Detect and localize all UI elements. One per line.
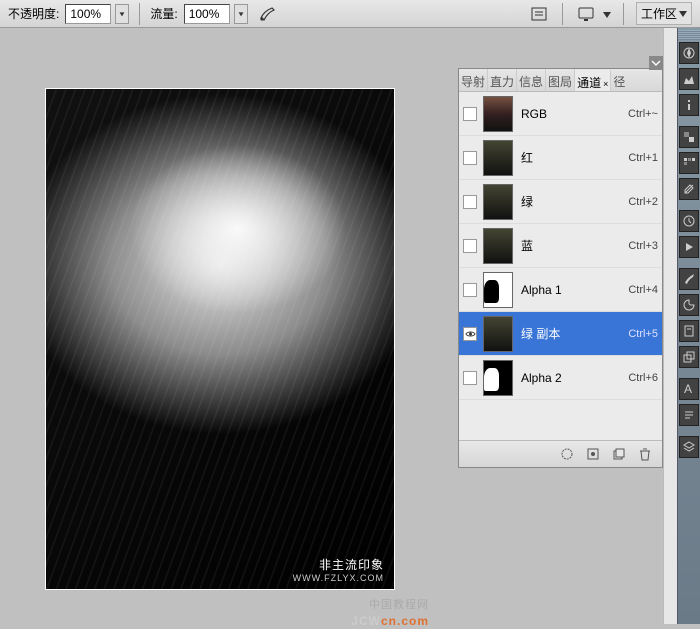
main-scrollbar[interactable]: [663, 28, 677, 624]
airbrush-icon[interactable]: [256, 3, 278, 25]
actions-icon[interactable]: [679, 236, 699, 258]
brushes-icon[interactable]: [679, 268, 699, 290]
channel-row[interactable]: 红Ctrl+1: [459, 136, 662, 180]
channel-thumbnail: [483, 96, 513, 132]
channel-thumbnail: [483, 228, 513, 264]
channel-list: RGBCtrl+~红Ctrl+1绿Ctrl+2蓝Ctrl+3Alpha 1Ctr…: [459, 92, 662, 442]
channel-row[interactable]: Alpha 2Ctrl+6: [459, 356, 662, 400]
svg-text:A: A: [684, 382, 692, 396]
layers-icon[interactable]: [679, 436, 699, 458]
channel-name: Alpha 1: [521, 283, 628, 297]
dock-grip[interactable]: [678, 30, 700, 40]
info-icon[interactable]: [679, 94, 699, 116]
image-watermark: 非主流印象 WWW.FZLYX.COM: [293, 556, 384, 583]
channel-shortcut: Ctrl+6: [628, 372, 658, 384]
channel-thumbnail: [483, 140, 513, 176]
close-icon[interactable]: ×: [603, 79, 608, 89]
swatches-icon[interactable]: [679, 152, 699, 174]
channel-shortcut: Ctrl+4: [628, 284, 658, 296]
channel-shortcut: Ctrl+1: [628, 152, 658, 164]
screen-mode-dropdown[interactable]: [603, 7, 611, 21]
panel-footer: [459, 440, 662, 467]
new-channel-icon[interactable]: [610, 445, 628, 463]
layer-comps-icon[interactable]: [679, 346, 699, 368]
channel-row[interactable]: 绿 副本Ctrl+5: [459, 312, 662, 356]
channels-panel: 导射直力信息图局通道×径 RGBCtrl+~红Ctrl+1绿Ctrl+2蓝Ctr…: [458, 68, 663, 468]
right-dock: A: [677, 28, 700, 624]
panel-tabs: 导射直力信息图局通道×径: [459, 69, 662, 92]
workspace-selector[interactable]: 工作区: [636, 2, 692, 25]
panel-tab[interactable]: 径: [611, 69, 627, 91]
channel-shortcut: Ctrl+2: [628, 196, 658, 208]
divider: [562, 3, 563, 25]
flow-flyout[interactable]: [234, 4, 248, 24]
flow-input[interactable]: 100%: [184, 4, 230, 24]
visibility-toggle[interactable]: [463, 283, 477, 297]
visibility-toggle[interactable]: [463, 239, 477, 253]
load-selection-icon[interactable]: [558, 445, 576, 463]
channel-row[interactable]: RGBCtrl+~: [459, 92, 662, 136]
panel-tab[interactable]: 通道×: [575, 70, 611, 92]
visibility-toggle[interactable]: [463, 195, 477, 209]
channel-name: 红: [521, 149, 628, 166]
divider: [623, 3, 624, 25]
visibility-toggle[interactable]: [463, 327, 477, 341]
canvas-area: 非主流印象 WWW.FZLYX.COM 中国教程网 JCWcn.com 导射直力…: [0, 28, 700, 624]
navigator-icon[interactable]: [679, 42, 699, 64]
channel-shortcut: Ctrl+3: [628, 240, 658, 252]
opacity-label: 不透明度:: [8, 5, 59, 22]
options-bar: 不透明度: 100% 流量: 100% 工作区: [0, 0, 700, 28]
document-window[interactable]: 非主流印象 WWW.FZLYX.COM 中国教程网 JCWcn.com: [45, 88, 395, 590]
channel-name: 绿: [521, 193, 628, 210]
channel-row[interactable]: 绿Ctrl+2: [459, 180, 662, 224]
panel-collapse-button[interactable]: [649, 56, 663, 70]
divider: [139, 3, 140, 25]
palette-options-icon[interactable]: [528, 3, 550, 25]
character-icon[interactable]: A: [679, 378, 699, 400]
save-selection-icon[interactable]: [584, 445, 602, 463]
channel-row[interactable]: 蓝Ctrl+3: [459, 224, 662, 268]
opacity-flyout[interactable]: [115, 4, 129, 24]
visibility-toggle[interactable]: [463, 107, 477, 121]
histogram-icon[interactable]: [679, 68, 699, 90]
channel-thumbnail: [483, 272, 513, 308]
flow-label: 流量:: [150, 5, 177, 22]
visibility-toggle[interactable]: [463, 371, 477, 385]
channel-thumbnail: [483, 316, 513, 352]
channel-name: 蓝: [521, 237, 628, 254]
channel-shortcut: Ctrl+5: [628, 328, 658, 340]
channel-shortcut: Ctrl+~: [628, 108, 658, 120]
channel-thumbnail: [483, 184, 513, 220]
panel-tab[interactable]: 导射: [459, 69, 488, 91]
panel-tab[interactable]: 图局: [546, 69, 575, 91]
paragraph-icon[interactable]: [679, 404, 699, 426]
channel-name: 绿 副本: [521, 325, 628, 342]
canvas-image: 非主流印象 WWW.FZLYX.COM: [46, 89, 394, 589]
panel-tab[interactable]: 信息: [517, 69, 546, 91]
site-watermark: 中国教程网 JCWcn.com: [351, 596, 429, 629]
tool-presets-icon[interactable]: [679, 320, 699, 342]
opacity-input[interactable]: 100%: [65, 4, 111, 24]
panel-tab[interactable]: 直力: [488, 69, 517, 91]
color-icon[interactable]: [679, 126, 699, 148]
styles-icon[interactable]: [679, 178, 699, 200]
delete-channel-icon[interactable]: [636, 445, 654, 463]
channel-thumbnail: [483, 360, 513, 396]
palette-icon[interactable]: [679, 294, 699, 316]
screen-mode-icon[interactable]: [575, 3, 597, 25]
channel-name: Alpha 2: [521, 371, 628, 385]
channel-name: RGB: [521, 107, 628, 121]
channel-row[interactable]: Alpha 1Ctrl+4: [459, 268, 662, 312]
history-icon[interactable]: [679, 210, 699, 232]
visibility-toggle[interactable]: [463, 151, 477, 165]
